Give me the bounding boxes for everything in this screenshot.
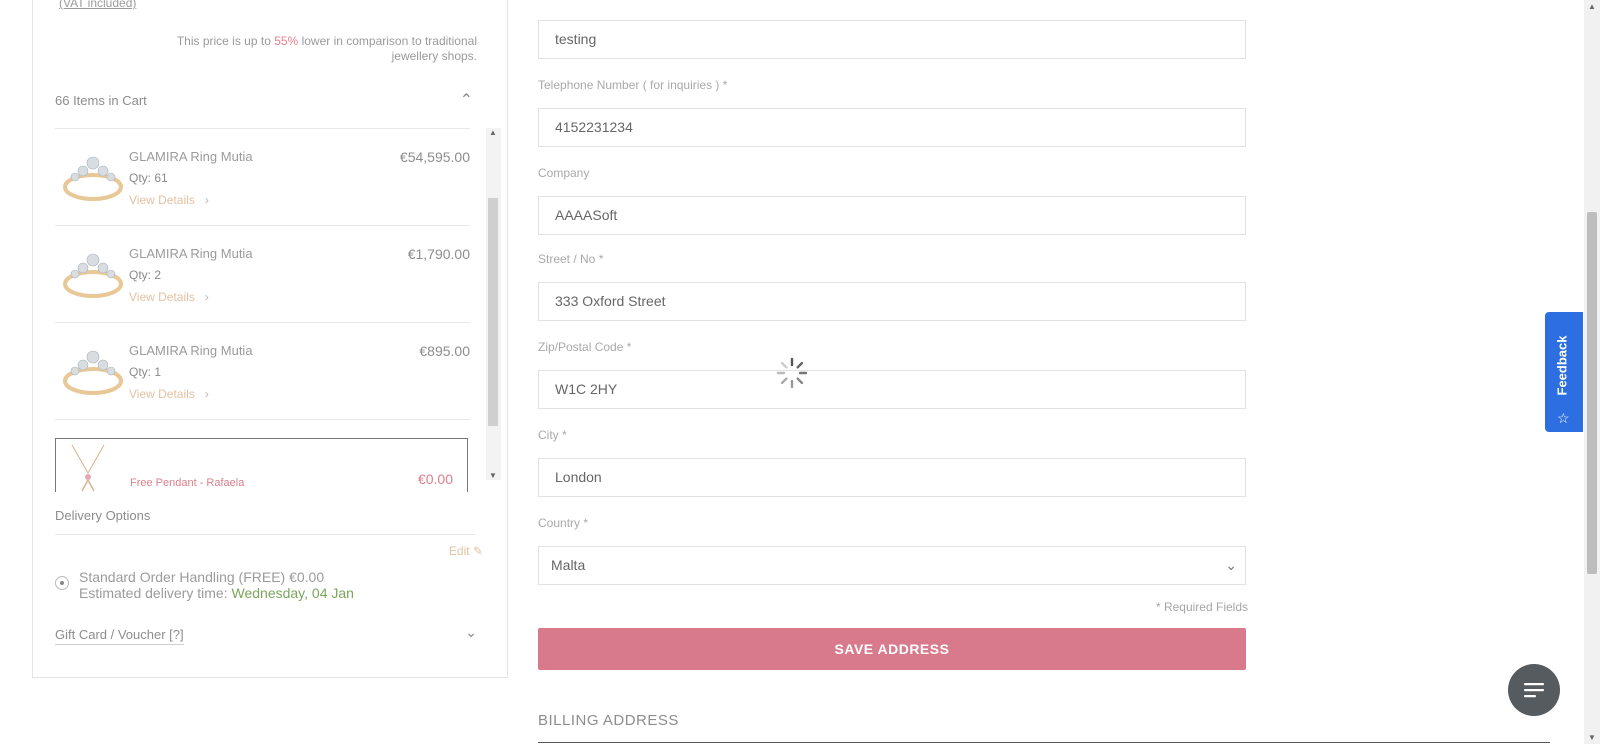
item-qty: Qty: 61 (129, 171, 168, 185)
cart-list-scrollbar[interactable]: ▲ ▼ (486, 128, 501, 480)
pencil-icon: ✎ (472, 544, 483, 558)
ring-thumbnail (63, 253, 123, 298)
free-gift-item: Free Pendant - Rafaela €0.00 (55, 438, 468, 492)
order-summary-panel: (VAT included) This price is up to 55% l… (32, 0, 508, 678)
price-note-percent: 55% (274, 34, 299, 48)
pendant-thumbnail (71, 444, 105, 492)
divider (55, 534, 475, 535)
chat-icon (1524, 683, 1544, 698)
country-select[interactable]: Malta ⌄ (538, 546, 1246, 585)
delivery-date: Wednesday, 04 Jan (231, 585, 354, 601)
gift-card-voucher-toggle[interactable]: Gift Card / Voucher [?] (55, 627, 184, 645)
chevron-right-icon: › (204, 290, 209, 304)
view-details-link[interactable]: View Details › (129, 193, 209, 207)
billing-address-heading: BILLING ADDRESS (538, 712, 679, 729)
scroll-down-arrow-icon[interactable]: ▼ (1588, 733, 1596, 742)
chevron-up-icon: ⌃ (459, 92, 473, 109)
page-scrollbar-thumb[interactable] (1587, 212, 1597, 574)
chevron-down-icon: ⌄ (1225, 557, 1237, 573)
cart-items-list[interactable]: GLAMIRA Ring Mutia Qty: 61 View Details ›… (55, 128, 503, 492)
last-name-field[interactable]: testing (538, 20, 1246, 59)
scroll-down-arrow-icon[interactable]: ▼ (489, 471, 497, 480)
view-details-link[interactable]: View Details › (129, 290, 209, 304)
zip-label: Zip/Postal Code * (538, 340, 632, 354)
free-item-name: Free Pendant - Rafaela (130, 477, 245, 489)
city-label: City * (538, 428, 567, 442)
delivery-option-label: Standard Order Handling (FREE) €0.00 (79, 569, 325, 585)
price-comparison-note: This price is up to 55% lower in compari… (157, 34, 477, 64)
cart-item: GLAMIRA Ring Mutia Qty: 2 View Details › … (55, 225, 470, 322)
sparkle-star-icon: ☆ (1557, 410, 1570, 426)
loading-spinner-icon (776, 357, 808, 389)
page-scrollbar[interactable]: ▲ ▼ (1584, 0, 1600, 744)
cart-item: GLAMIRA Ring Mutia Qty: 61 View Details ›… (55, 128, 470, 225)
item-qty: Qty: 2 (129, 268, 162, 282)
item-price: €54,595.00 (399, 149, 470, 165)
item-name: GLAMIRA Ring Mutia (129, 149, 253, 164)
chevron-right-icon: › (204, 193, 209, 207)
scroll-up-arrow-icon[interactable]: ▲ (489, 128, 497, 137)
cart-items-count: 66 Items in Cart (55, 93, 147, 108)
delivery-estimate-label: Estimated delivery time: (79, 585, 232, 601)
company-field[interactable]: AAAASoft (538, 196, 1246, 235)
item-name: GLAMIRA Ring Mutia (129, 343, 253, 358)
delivery-option-radio[interactable] (55, 576, 69, 590)
zip-field[interactable]: W1C 2HY (538, 370, 1246, 409)
price-note-post: lower in comparison to traditional jewel… (298, 34, 477, 63)
price-note-pre: This price is up to (176, 34, 275, 48)
street-label: Street / No * (538, 252, 604, 266)
view-details-label: View Details (129, 387, 195, 401)
country-value: Malta (551, 557, 586, 573)
company-label: Company (538, 166, 590, 180)
phone-label: Telephone Number ( for inquiries ) * (538, 78, 728, 92)
required-fields-note: * Required Fields (1155, 600, 1248, 614)
feedback-tab[interactable]: Feedback ☆ (1545, 312, 1583, 432)
country-label: Country * (538, 516, 589, 530)
city-field[interactable]: London (538, 458, 1246, 497)
delivery-options-title: Delivery Options (55, 508, 151, 523)
edit-label: Edit (448, 544, 470, 558)
vat-included-link[interactable]: (VAT included) (59, 0, 136, 10)
cart-item: GLAMIRA Ring Mutia Qty: 1 View Details › … (55, 322, 470, 420)
item-price: €1,790.00 (407, 246, 470, 262)
chat-button[interactable] (1508, 664, 1560, 716)
ring-thumbnail (63, 156, 123, 201)
scroll-up-arrow-icon[interactable]: ▲ (1588, 2, 1596, 11)
street-field[interactable]: 333 Oxford Street (538, 282, 1246, 321)
view-details-label: View Details (129, 290, 195, 304)
delivery-option-text: Standard Order Handling (FREE) €0.00 Est… (79, 569, 354, 601)
edit-delivery-button[interactable]: Edit ✎ (449, 544, 483, 558)
item-price: €895.00 (419, 343, 470, 359)
item-name: GLAMIRA Ring Mutia (129, 246, 253, 261)
feedback-label: Feedback (1554, 335, 1570, 396)
cart-items-toggle[interactable]: 66 Items in Cart ⌃ (55, 92, 473, 122)
free-item-price: €0.00 (417, 471, 453, 487)
view-details-link[interactable]: View Details › (129, 387, 209, 401)
item-qty: Qty: 1 (129, 365, 162, 379)
view-details-label: View Details (129, 193, 195, 207)
divider (538, 742, 1550, 743)
ring-thumbnail (63, 350, 123, 395)
chevron-right-icon: › (204, 387, 209, 401)
scrollbar-thumb[interactable] (488, 198, 498, 426)
chevron-down-icon[interactable]: ⌄ (465, 624, 477, 641)
save-address-button[interactable]: SAVE ADDRESS (538, 628, 1246, 670)
phone-field[interactable]: 4152231234 (538, 108, 1246, 147)
